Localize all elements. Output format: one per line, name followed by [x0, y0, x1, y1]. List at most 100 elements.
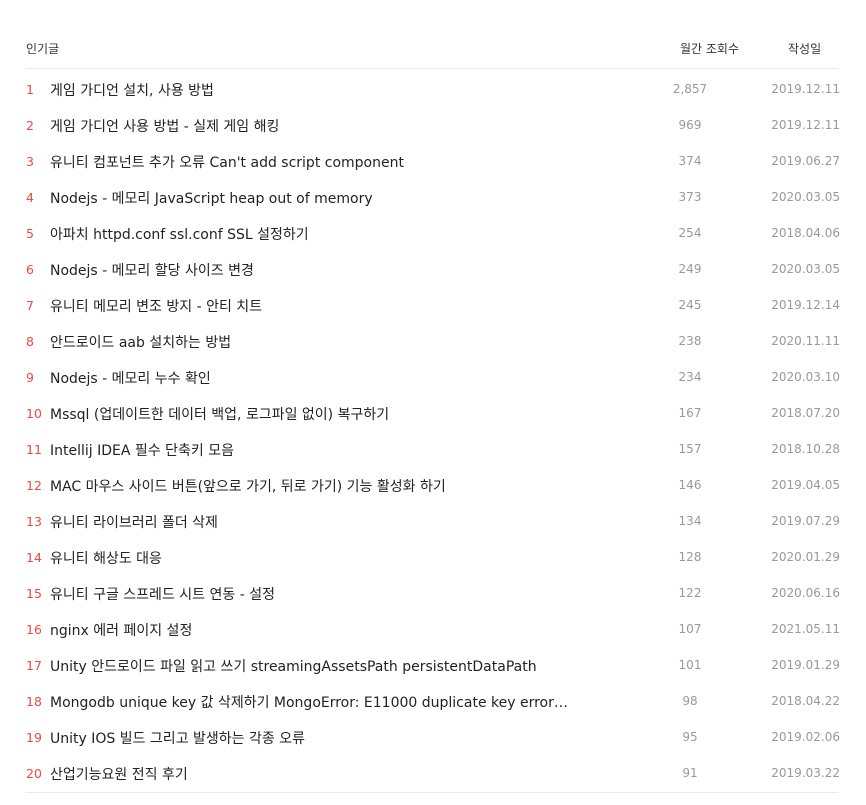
post-rank: 14 [26, 550, 42, 565]
post-title-link[interactable]: 유니티 라이브러리 폴더 삭제 [50, 512, 610, 532]
post-rank: 2 [26, 118, 34, 133]
post-rank: 10 [26, 406, 42, 421]
post-rank: 3 [26, 154, 34, 169]
header-date: 작성일 [788, 42, 822, 56]
post-row-3[interactable]: 3 유니티 컴포넌트 추가 오류 Can't add script compon… [0, 143, 866, 179]
post-date: 2018.04.22 [771, 694, 840, 708]
post-date: 2019.03.22 [771, 766, 840, 780]
post-title-link[interactable]: 아파치 httpd.conf ssl.conf SSL 설정하기 [50, 224, 610, 244]
post-row-12[interactable]: 12 MAC 마우스 사이드 버튼(앞으로 가기, 뒤로 가기) 기능 활성화 … [0, 467, 866, 503]
post-row-13[interactable]: 13 유니티 라이브러리 폴더 삭제 134 2019.07.29 [0, 503, 866, 539]
post-rank: 9 [26, 370, 34, 385]
post-rank: 19 [26, 730, 42, 745]
post-rank: 8 [26, 334, 34, 349]
post-rank: 15 [26, 586, 42, 601]
post-title-link[interactable]: Unity IOS 빌드 그리고 발생하는 각종 오류 [50, 728, 610, 748]
post-row-2[interactable]: 2 게임 가디언 사용 방법 - 실제 게임 해킹 969 2019.12.11 [0, 107, 866, 143]
post-rank: 17 [26, 658, 42, 673]
post-views: 91 [682, 766, 698, 780]
post-date: 2019.12.11 [771, 82, 840, 96]
post-date: 2019.12.11 [771, 118, 840, 132]
post-title-link[interactable]: Intellij IDEA 필수 단축키 모음 [50, 440, 610, 460]
post-rank: 4 [26, 190, 34, 205]
post-title-link[interactable]: 유니티 메모리 변조 방지 - 안티 치트 [50, 296, 610, 316]
post-rank: 18 [26, 694, 42, 709]
post-title-link[interactable]: Mongodb unique key 값 삭제하기 MongoError: E1… [50, 692, 610, 712]
post-title-link[interactable]: Unity 안드로이드 파일 읽고 쓰기 streamingAssetsPath… [50, 656, 610, 676]
post-row-11[interactable]: 11 Intellij IDEA 필수 단축키 모음 157 2018.10.2… [0, 431, 866, 467]
post-views: 95 [682, 730, 698, 744]
post-row-1[interactable]: 1 게임 가디언 설치, 사용 방법 2,857 2019.12.11 [0, 71, 866, 107]
post-title-link[interactable]: Nodejs - 메모리 JavaScript heap out of memo… [50, 188, 610, 208]
post-views: 254 [678, 226, 702, 240]
post-views: 98 [682, 694, 698, 708]
post-row-5[interactable]: 5 아파치 httpd.conf ssl.conf SSL 설정하기 254 2… [0, 215, 866, 251]
header-title: 인기글 [26, 42, 60, 56]
post-date: 2019.12.14 [771, 298, 840, 312]
post-date: 2018.10.28 [771, 442, 840, 456]
post-row-20[interactable]: 20 산업기능요원 전직 후기 91 2019.03.22 [0, 755, 866, 791]
post-views: 146 [678, 478, 702, 492]
post-views: 101 [678, 658, 702, 672]
post-date: 2018.04.06 [771, 226, 840, 240]
post-rank: 11 [26, 442, 42, 457]
post-row-17[interactable]: 17 Unity 안드로이드 파일 읽고 쓰기 streamingAssetsP… [0, 647, 866, 683]
post-date: 2020.01.29 [771, 550, 840, 564]
post-rank: 7 [26, 298, 34, 313]
post-rank: 1 [26, 82, 34, 97]
post-views: 969 [678, 118, 702, 132]
post-row-7[interactable]: 7 유니티 메모리 변조 방지 - 안티 치트 245 2019.12.14 [0, 287, 866, 323]
post-title-link[interactable]: 유니티 해상도 대응 [50, 548, 610, 568]
post-title-link[interactable]: Nodejs - 메모리 누수 확인 [50, 368, 610, 388]
post-row-18[interactable]: 18 Mongodb unique key 값 삭제하기 MongoError:… [0, 683, 866, 719]
post-date: 2019.01.29 [771, 658, 840, 672]
post-date: 2018.07.20 [771, 406, 840, 420]
post-title-link[interactable]: 게임 가디언 설치, 사용 방법 [50, 80, 610, 100]
post-title-link[interactable]: nginx 에러 페이지 설정 [50, 620, 610, 640]
post-rank: 6 [26, 262, 34, 277]
post-rank: 5 [26, 226, 34, 241]
post-views: 234 [678, 370, 702, 384]
post-views: 249 [678, 262, 702, 276]
header-views: 월간 조회수 [680, 42, 740, 56]
post-date: 2019.04.05 [771, 478, 840, 492]
post-date: 2019.02.06 [771, 730, 840, 744]
post-views: 374 [678, 154, 702, 168]
post-date: 2020.03.05 [771, 190, 840, 204]
post-views: 134 [678, 514, 702, 528]
post-rank: 12 [26, 478, 42, 493]
popular-posts-header: 인기글 월간 조회수 작성일 [26, 0, 838, 69]
post-row-15[interactable]: 15 유니티 구글 스프레드 시트 연동 - 설정 122 2020.06.16 [0, 575, 866, 611]
post-title-link[interactable]: 유니티 컴포넌트 추가 오류 Can't add script componen… [50, 152, 610, 172]
post-row-4[interactable]: 4 Nodejs - 메모리 JavaScript heap out of me… [0, 179, 866, 215]
post-views: 245 [678, 298, 702, 312]
post-row-9[interactable]: 9 Nodejs - 메모리 누수 확인 234 2020.03.10 [0, 359, 866, 395]
post-title-link[interactable]: Nodejs - 메모리 할당 사이즈 변경 [50, 260, 610, 280]
post-date: 2020.03.10 [771, 370, 840, 384]
post-title-link[interactable]: 안드로이드 aab 설치하는 방법 [50, 332, 610, 352]
post-row-14[interactable]: 14 유니티 해상도 대응 128 2020.01.29 [0, 539, 866, 575]
post-title-link[interactable]: MAC 마우스 사이드 버튼(앞으로 가기, 뒤로 가기) 기능 활성화 하기 [50, 476, 610, 496]
post-rank: 16 [26, 622, 42, 637]
post-row-6[interactable]: 6 Nodejs - 메모리 할당 사이즈 변경 249 2020.03.05 [0, 251, 866, 287]
post-views: 167 [678, 406, 702, 420]
post-title-link[interactable]: Mssql (업데이트한 데이터 백업, 로그파일 없이) 복구하기 [50, 404, 610, 424]
post-title-link[interactable]: 게임 가디언 사용 방법 - 실제 게임 해킹 [50, 116, 610, 136]
post-views: 2,857 [672, 82, 708, 96]
popular-posts-page: 인기글 월간 조회수 작성일 1 게임 가디언 설치, 사용 방법 2,857 … [0, 0, 866, 805]
post-date: 2020.03.05 [771, 262, 840, 276]
post-title-link[interactable]: 산업기능요원 전직 후기 [50, 764, 610, 784]
popular-posts-list: 1 게임 가디언 설치, 사용 방법 2,857 2019.12.11 2 게임… [0, 71, 866, 791]
post-rank: 20 [26, 766, 42, 781]
post-row-19[interactable]: 19 Unity IOS 빌드 그리고 발생하는 각종 오류 95 2019.0… [0, 719, 866, 755]
post-row-10[interactable]: 10 Mssql (업데이트한 데이터 백업, 로그파일 없이) 복구하기 16… [0, 395, 866, 431]
post-date: 2020.11.11 [771, 334, 840, 348]
post-title-link[interactable]: 유니티 구글 스프레드 시트 연동 - 설정 [50, 584, 610, 604]
post-date: 2019.07.29 [771, 514, 840, 528]
post-views: 122 [678, 586, 702, 600]
post-views: 128 [678, 550, 702, 564]
post-views: 157 [678, 442, 702, 456]
post-row-8[interactable]: 8 안드로이드 aab 설치하는 방법 238 2020.11.11 [0, 323, 866, 359]
post-row-16[interactable]: 16 nginx 에러 페이지 설정 107 2021.05.11 [0, 611, 866, 647]
post-date: 2019.06.27 [771, 154, 840, 168]
